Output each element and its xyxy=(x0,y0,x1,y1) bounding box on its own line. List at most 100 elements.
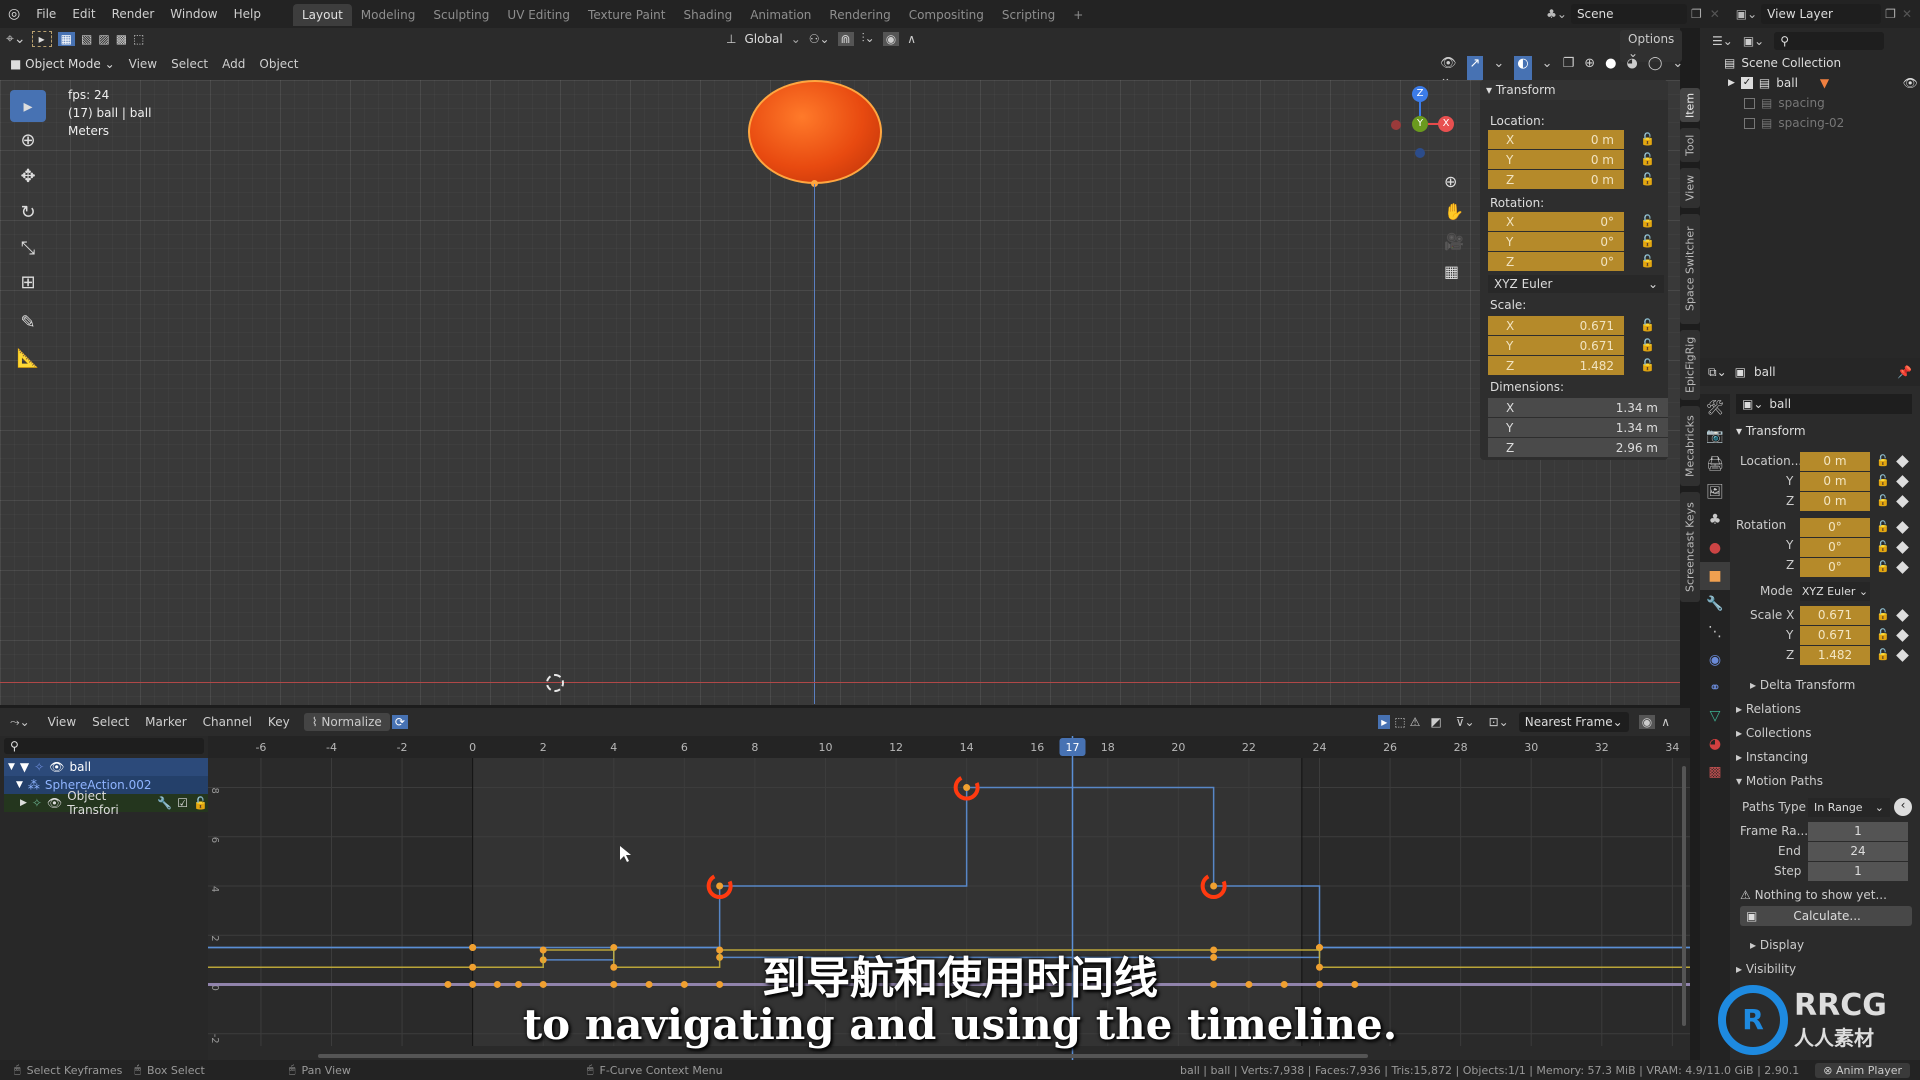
transform-tool-icon[interactable]: ⊞ xyxy=(10,266,46,298)
scale-tool-icon[interactable]: ⤡ xyxy=(10,232,46,264)
data-tab-icon[interactable]: ▽ xyxy=(1700,702,1730,730)
expand-icon[interactable]: ▼ xyxy=(8,762,15,772)
lock-icon[interactable]: 🔓 xyxy=(1640,338,1655,352)
lock-icon[interactable]: 🔓 xyxy=(1876,474,1890,487)
keyframe-diamond-icon[interactable] xyxy=(1896,541,1909,554)
outliner-item-spacing-02[interactable]: ▤ spacing-02 xyxy=(1744,116,1844,130)
transform-section-header[interactable]: ▾ Transform xyxy=(1736,424,1806,438)
lock-icon[interactable]: 🔓 xyxy=(1876,560,1890,573)
lock-icon[interactable]: 🔓 xyxy=(1876,540,1890,553)
rotation-mode-dropdown[interactable]: XYZ Euler ⌄ xyxy=(1488,275,1664,293)
camera-view-icon[interactable]: 🎥 xyxy=(1444,232,1464,251)
anim-player-button[interactable]: ⊗ Anim Player xyxy=(1815,1062,1910,1078)
dimensions-z-field[interactable]: Z 2.96 m xyxy=(1488,438,1668,457)
tab-texture-paint[interactable]: Texture Paint xyxy=(579,4,674,26)
render-tab-icon[interactable]: 📷 xyxy=(1700,422,1730,450)
motion-paths-section[interactable]: ▾ Motion Paths xyxy=(1736,774,1823,788)
location-z-field[interactable]: Z 0 m xyxy=(1488,170,1624,189)
select-mode-invert-icon[interactable]: ▩ xyxy=(116,32,127,46)
eye-icon[interactable]: 👁 xyxy=(47,796,62,810)
tab-modeling[interactable]: Modeling xyxy=(352,4,425,26)
annotate-tool-icon[interactable]: ✎ xyxy=(10,306,46,338)
viewport-menu-view[interactable]: View xyxy=(129,54,157,74)
relations-section[interactable]: ▸ Relations xyxy=(1736,702,1801,716)
cursor-tool-icon[interactable]: ⊕ xyxy=(10,124,46,156)
side-tab-tool[interactable]: Tool xyxy=(1680,128,1700,162)
tab-sculpting[interactable]: Sculpting xyxy=(424,4,498,26)
select-mode-new-icon[interactable]: ▦ xyxy=(57,32,75,46)
options-dropdown[interactable]: Options xyxy=(1628,32,1674,46)
keyframe-point[interactable] xyxy=(716,882,724,890)
proportional-edit-icon[interactable]: ◉ xyxy=(1638,715,1656,729)
keyframe-diamond-icon[interactable] xyxy=(1896,629,1909,642)
checkbox-checked-icon[interactable]: ✓ xyxy=(1740,77,1753,89)
material-tab-icon[interactable]: ◕ xyxy=(1700,730,1730,758)
ge-menu-key[interactable]: Key xyxy=(260,708,298,736)
editor-type-icon[interactable]: ⧉⌄ xyxy=(1708,365,1727,380)
copy-view-layer-icon[interactable]: ❐ xyxy=(1885,7,1896,21)
pan-view-icon[interactable]: ✋ xyxy=(1444,202,1464,221)
gizmo-neg-x-icon[interactable] xyxy=(1391,120,1401,130)
move-tool-icon[interactable]: ✥ xyxy=(10,160,46,192)
checkbox-icon[interactable] xyxy=(1744,97,1755,109)
prop-rotation-y[interactable]: 0° xyxy=(1800,538,1870,557)
side-tab-mecabricks[interactable]: Mecabricks xyxy=(1680,406,1700,486)
delta-transform-section[interactable]: ▸ Delta Transform xyxy=(1750,678,1855,692)
keyframe-point[interactable] xyxy=(963,784,971,792)
channel-object-transforms[interactable]: ▶ ✧ 👁 Object Transfori 🔧 ☑ 🔓 xyxy=(4,789,208,817)
keyframe-diamond-icon[interactable] xyxy=(1896,475,1909,488)
keyframe-diamond-icon[interactable] xyxy=(1896,455,1909,468)
gizmo-x-axis-icon[interactable]: X xyxy=(1438,116,1454,132)
vertical-scrollbar[interactable] xyxy=(1682,766,1686,1026)
select-box-tool-icon[interactable]: ▸ xyxy=(10,90,46,122)
dimensions-x-field[interactable]: X 1.34 m xyxy=(1488,398,1668,417)
visibility-section[interactable]: ▸ Visibility xyxy=(1736,962,1796,976)
modifier-tab-icon[interactable]: 🔧 xyxy=(1700,590,1730,618)
outliner-search-input[interactable]: ⚲ xyxy=(1774,32,1885,50)
side-tab-space-switcher[interactable]: Space Switcher xyxy=(1680,214,1700,324)
display-section[interactable]: ▸ Display xyxy=(1750,938,1804,952)
checkbox-icon[interactable] xyxy=(1744,117,1755,129)
frame-end-field[interactable]: 24 xyxy=(1808,842,1908,861)
copy-scene-icon[interactable]: ❐ xyxy=(1691,7,1702,21)
collections-section[interactable]: ▸ Collections xyxy=(1736,726,1811,740)
lock-icon[interactable]: 🔓 xyxy=(1640,254,1655,268)
keyframe-diamond-icon[interactable] xyxy=(1896,495,1909,508)
menu-render[interactable]: Render xyxy=(104,0,163,28)
scale-y-field[interactable]: Y 0.671 xyxy=(1488,336,1624,355)
keyframe-point[interactable] xyxy=(515,980,523,988)
snap-target-icon[interactable]: ⫶⌄ xyxy=(862,31,875,46)
lock-icon[interactable]: 🔓 xyxy=(193,796,208,810)
tab-uv-editing[interactable]: UV Editing xyxy=(498,4,579,26)
prop-rotation-z[interactable]: 0° xyxy=(1800,558,1870,577)
channel-search-input[interactable]: ⚲ xyxy=(4,738,204,754)
auto-view-icon[interactable]: ◩ xyxy=(1430,715,1441,729)
texture-tab-icon[interactable]: ▩ xyxy=(1700,758,1730,786)
lock-icon[interactable]: 🔓 xyxy=(1640,234,1655,248)
auto-normalize-icon[interactable]: ⟳ xyxy=(391,715,408,729)
transform-panel-header[interactable]: ▾ Transform xyxy=(1486,83,1556,97)
outliner-item-spacing[interactable]: ▤ spacing xyxy=(1744,96,1825,110)
ortho-toggle-icon[interactable]: ▦ xyxy=(1444,262,1459,281)
rotation-z-field[interactable]: Z 0° xyxy=(1488,252,1624,271)
pivot-icon[interactable]: ⊡⌄ xyxy=(1489,715,1509,729)
lock-icon[interactable]: 🔓 xyxy=(1640,214,1655,228)
scene-selector[interactable]: Scene xyxy=(1570,4,1687,24)
side-tab-screencast-keys[interactable]: Screencast Keys xyxy=(1680,492,1700,602)
select-mode-intersect-icon[interactable]: ⬚ xyxy=(133,32,144,46)
falloff-icon[interactable]: ∧ xyxy=(907,32,916,46)
scene-icon[interactable]: ♣⌄ xyxy=(1546,7,1567,21)
back-arrow-icon[interactable]: ‹ xyxy=(1894,798,1912,816)
scale-x-field[interactable]: X 0.671 xyxy=(1488,316,1624,335)
view-layer-selector[interactable]: View Layer xyxy=(1761,4,1882,24)
modifier-icon[interactable]: 🔧 xyxy=(157,796,172,810)
checkbox-checked-icon[interactable]: ☑ xyxy=(177,796,188,810)
editor-type-icon[interactable]: ⌖⌄ xyxy=(6,31,26,47)
menu-edit[interactable]: Edit xyxy=(64,0,103,28)
editor-type-icon[interactable]: ⤳⌄ xyxy=(10,715,30,730)
close-view-layer-icon[interactable]: ✕ xyxy=(1902,7,1912,21)
lock-icon[interactable]: 🔓 xyxy=(1640,358,1655,372)
lock-icon[interactable]: 🔓 xyxy=(1876,454,1890,467)
close-scene-icon[interactable]: ✕ xyxy=(1710,7,1720,21)
normalize-toggle[interactable]: ⌇ Normalize xyxy=(303,713,390,731)
